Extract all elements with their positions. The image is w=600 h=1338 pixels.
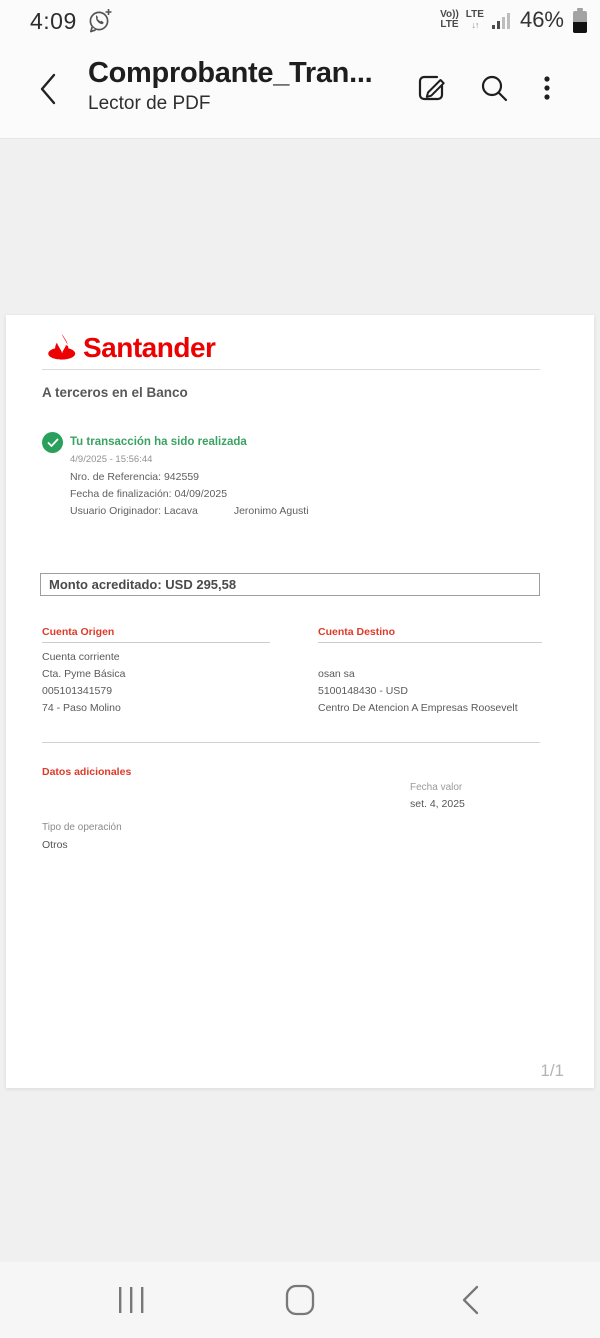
origin-account-number: 005101341579 bbox=[42, 683, 270, 700]
success-check-icon bbox=[42, 432, 63, 453]
header-titles: Comprobante_Tran... Lector de PDF bbox=[88, 57, 372, 115]
value-date: set. 4, 2025 bbox=[410, 798, 465, 810]
origin-account-type: Cuenta corriente bbox=[42, 649, 270, 666]
battery-percent: 46% bbox=[520, 7, 564, 33]
overflow-menu-button[interactable] bbox=[540, 68, 554, 113]
app-name: Lector de PDF bbox=[88, 93, 372, 115]
nav-back-button[interactable] bbox=[456, 1284, 486, 1321]
santander-logo: Santander bbox=[42, 332, 215, 364]
credited-amount: Monto acreditado: USD 295,58 bbox=[41, 574, 539, 595]
lte-icon: LTE ↓↑ bbox=[466, 10, 484, 30]
destination-account-number: 5100148430 - USD bbox=[318, 683, 542, 700]
origin-account-label: Cuenta Origen bbox=[42, 626, 270, 643]
pdf-viewport[interactable]: Santander A terceros en el Banco Tu tran… bbox=[0, 140, 600, 1262]
destination-account-holder: osan sa bbox=[318, 666, 542, 683]
status-time: 4:09 bbox=[30, 8, 77, 35]
credited-amount-box: Monto acreditado: USD 295,58 bbox=[40, 573, 540, 596]
logo-divider bbox=[42, 369, 540, 370]
battery-icon bbox=[573, 8, 587, 33]
signal-strength-icon bbox=[491, 8, 513, 32]
originator-user: Usuario Originador: Lacava bbox=[70, 505, 198, 517]
origin-account-section: Cuenta Origen Cuenta corriente Cta. Pyme… bbox=[42, 626, 270, 717]
origin-account-product: Cta. Pyme Básica bbox=[42, 666, 270, 683]
status-icons: Vo)) LTE LTE ↓↑ 46% bbox=[440, 7, 587, 33]
android-nav-bar bbox=[0, 1262, 600, 1338]
pdf-page: Santander A terceros en el Banco Tu tran… bbox=[6, 315, 594, 1088]
top-chrome: 4:09 Vo)) LTE LTE ↓↑ bbox=[0, 0, 600, 139]
operation-type-label: Tipo de operación bbox=[42, 822, 122, 833]
operation-type: Otros bbox=[42, 839, 68, 851]
transaction-status-message: Tu transacción ha sido realizada bbox=[70, 436, 247, 448]
phone-screen: 4:09 Vo)) LTE LTE ↓↑ bbox=[0, 0, 600, 1338]
originator-name: Jeronimo Agusti bbox=[234, 505, 309, 517]
whatsapp-notification-icon bbox=[86, 6, 114, 39]
value-date-label: Fecha valor bbox=[410, 782, 462, 793]
section-divider bbox=[42, 742, 540, 743]
santander-flame-icon bbox=[42, 333, 78, 364]
home-button[interactable] bbox=[283, 1284, 317, 1321]
additional-data-label: Datos adicionales bbox=[42, 766, 131, 778]
transaction-datetime: 4/9/2025 - 15:56:44 bbox=[70, 454, 152, 465]
volte-icon: Vo)) LTE bbox=[440, 10, 459, 30]
santander-wordmark: Santander bbox=[83, 332, 215, 364]
destination-account-branch: Centro De Atencion A Empresas Roosevelt bbox=[318, 700, 542, 717]
back-button[interactable] bbox=[36, 70, 62, 108]
destination-account-label: Cuenta Destino bbox=[318, 626, 542, 643]
document-title: Comprobante_Tran... bbox=[88, 57, 372, 90]
origin-account-branch: 74 - Paso Molino bbox=[42, 700, 270, 717]
originator-line: Usuario Originador: Lacava Jeronimo Agust… bbox=[70, 505, 309, 517]
search-button[interactable] bbox=[474, 68, 514, 113]
edit-annotate-button[interactable] bbox=[412, 68, 452, 113]
transfer-type-title: A terceros en el Banco bbox=[42, 385, 188, 400]
page-indicator: 1/1 bbox=[540, 1061, 564, 1081]
recents-button[interactable] bbox=[114, 1284, 150, 1321]
reference-number: Nro. de Referencia: 942559 bbox=[70, 471, 199, 483]
destination-account-section: Cuenta Destino osan sa 5100148430 - USD … bbox=[318, 626, 542, 717]
finish-date: Fecha de finalización: 04/09/2025 bbox=[70, 488, 227, 500]
